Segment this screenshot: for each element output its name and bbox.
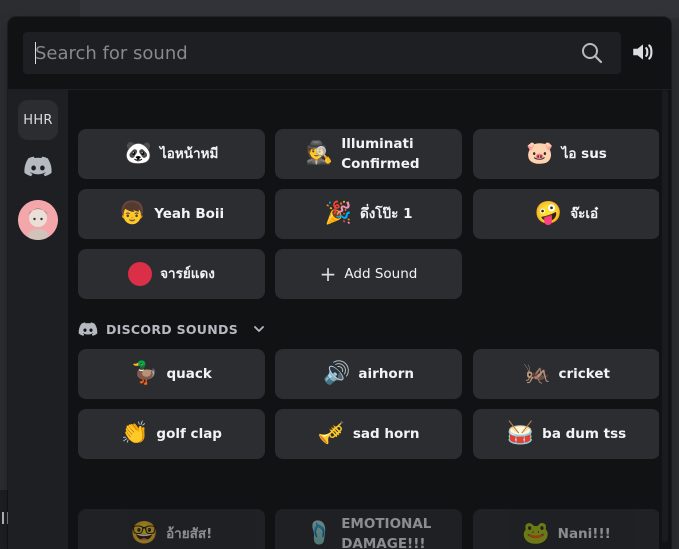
sound-button[interactable]: 🔊 airhorn — [275, 349, 462, 399]
search-icon[interactable] — [580, 41, 604, 65]
add-sound-label: Add Sound — [344, 266, 418, 282]
speaker-emoji-icon: 🔊 — [323, 361, 351, 386]
add-sound-button[interactable]: + Add Sound — [275, 249, 462, 299]
discord-sounds-guild-button[interactable] — [18, 147, 58, 187]
guild-avatar-button[interactable] — [18, 200, 58, 240]
sound-label: Nani!!! — [557, 526, 611, 542]
sound-label: ไอ sus — [561, 146, 607, 162]
red-circle-icon — [128, 262, 153, 286]
discord-logo-icon — [78, 321, 98, 336]
guild-sidebar: HHR — [8, 90, 68, 549]
duck-emoji-icon: 🦆 — [131, 361, 159, 386]
sound-button[interactable]: 🎉 ดึ่งโป๊ะ 1 — [275, 189, 462, 239]
sound-label: golf clap — [156, 426, 222, 442]
cricket-emoji-icon: 🦗 — [523, 361, 551, 386]
sound-label: จารย์แดง — [160, 266, 215, 282]
discord-logo-icon — [24, 156, 52, 177]
sound-button[interactable]: 🕵️ Illuminati Confirmed — [275, 129, 462, 179]
sound-button[interactable]: 🤪 จ๊ะเอ๋ — [473, 189, 659, 239]
sound-label: อ้ายสัส! — [166, 526, 213, 542]
panda-emoji-icon: 🐼 — [124, 141, 152, 166]
soundboard-popout: HHR 🐼 ไอหน้าหมี 🕵️ — [8, 17, 671, 549]
avatar-image — [18, 200, 58, 240]
sound-label: quack — [166, 366, 212, 382]
soundboard-header — [8, 17, 671, 90]
sound-button[interactable]: 🎺 sad horn — [275, 409, 462, 459]
background-channel-strip — [80, 0, 679, 18]
sound-label: ba dum tss — [542, 426, 627, 442]
sound-label: จ๊ะเอ๋ — [570, 206, 599, 222]
trumpet-emoji-icon: 🎺 — [317, 421, 345, 446]
sound-button[interactable]: 🥁 ba dum tss — [473, 409, 659, 459]
sound-grid: 🐼 ไอหน้าหมี 🕵️ Illuminati Confirmed 🐷 ไอ… — [68, 90, 659, 549]
sound-label: ดึ่งโป๊ะ 1 — [359, 206, 413, 222]
sound-button[interactable]: 👏 golf clap — [78, 409, 265, 459]
clapping-hands-emoji-icon: 👏 — [121, 421, 149, 446]
search-box[interactable] — [23, 32, 621, 74]
sound-button[interactable]: 🐸 Nani!!! — [473, 509, 659, 549]
sound-button[interactable]: 🦆 quack — [78, 349, 265, 399]
search-input[interactable] — [35, 32, 565, 74]
zany-face-emoji-icon: 🤪 — [534, 201, 563, 226]
sound-label: ไอหน้าหมี — [160, 146, 219, 162]
scrollbar[interactable] — [659, 90, 671, 549]
sound-button[interactable]: 🩴 EMOTIONAL DAMAGE!!! — [275, 509, 462, 549]
drum-emoji-icon: 🥁 — [506, 421, 535, 446]
sound-button[interactable]: 🐷 ไอ sus — [473, 129, 659, 179]
sound-label: EMOTIONAL DAMAGE!!! — [341, 516, 432, 549]
nerd-face-emoji-icon: 🤓 — [130, 521, 159, 546]
sound-button[interactable]: 🐼 ไอหน้าหมี — [78, 129, 265, 179]
sound-button[interactable]: จารย์แดง — [78, 249, 265, 299]
sound-button[interactable]: 👦 Yeah Boii — [78, 189, 265, 239]
sound-label: Illuminati Confirmed — [341, 136, 420, 172]
pig-emoji-icon: 🐷 — [526, 141, 554, 166]
frog-emoji-icon: 🐸 — [522, 521, 550, 546]
discord-sounds-section-header[interactable]: DISCORD SOUNDS — [78, 319, 266, 339]
detective-emoji-icon: 🕵️ — [305, 141, 334, 166]
sound-label: airhorn — [358, 366, 414, 382]
speaker-volume-icon[interactable] — [630, 39, 656, 65]
guild-hhr-button[interactable]: HHR — [18, 100, 58, 140]
sound-button[interactable]: 🦗 cricket — [473, 349, 659, 399]
background-top-bar — [0, 0, 679, 18]
plus-icon: + — [319, 262, 337, 286]
guild-hhr-label: HHR — [23, 112, 53, 128]
sound-label: sad horn — [352, 426, 420, 442]
chevron-down-icon[interactable] — [252, 322, 266, 336]
section-title: DISCORD SOUNDS — [106, 321, 239, 337]
party-popper-emoji-icon: 🎉 — [324, 201, 352, 226]
boy-emoji-icon: 👦 — [118, 201, 147, 226]
flip-flop-emoji-icon: 🩴 — [305, 521, 334, 546]
sound-label: cricket — [558, 366, 610, 382]
sound-button[interactable]: 🤓 อ้ายสัส! — [78, 509, 265, 549]
sound-label: Yeah Boii — [154, 206, 225, 222]
scrollbar-thumb[interactable] — [662, 90, 668, 542]
